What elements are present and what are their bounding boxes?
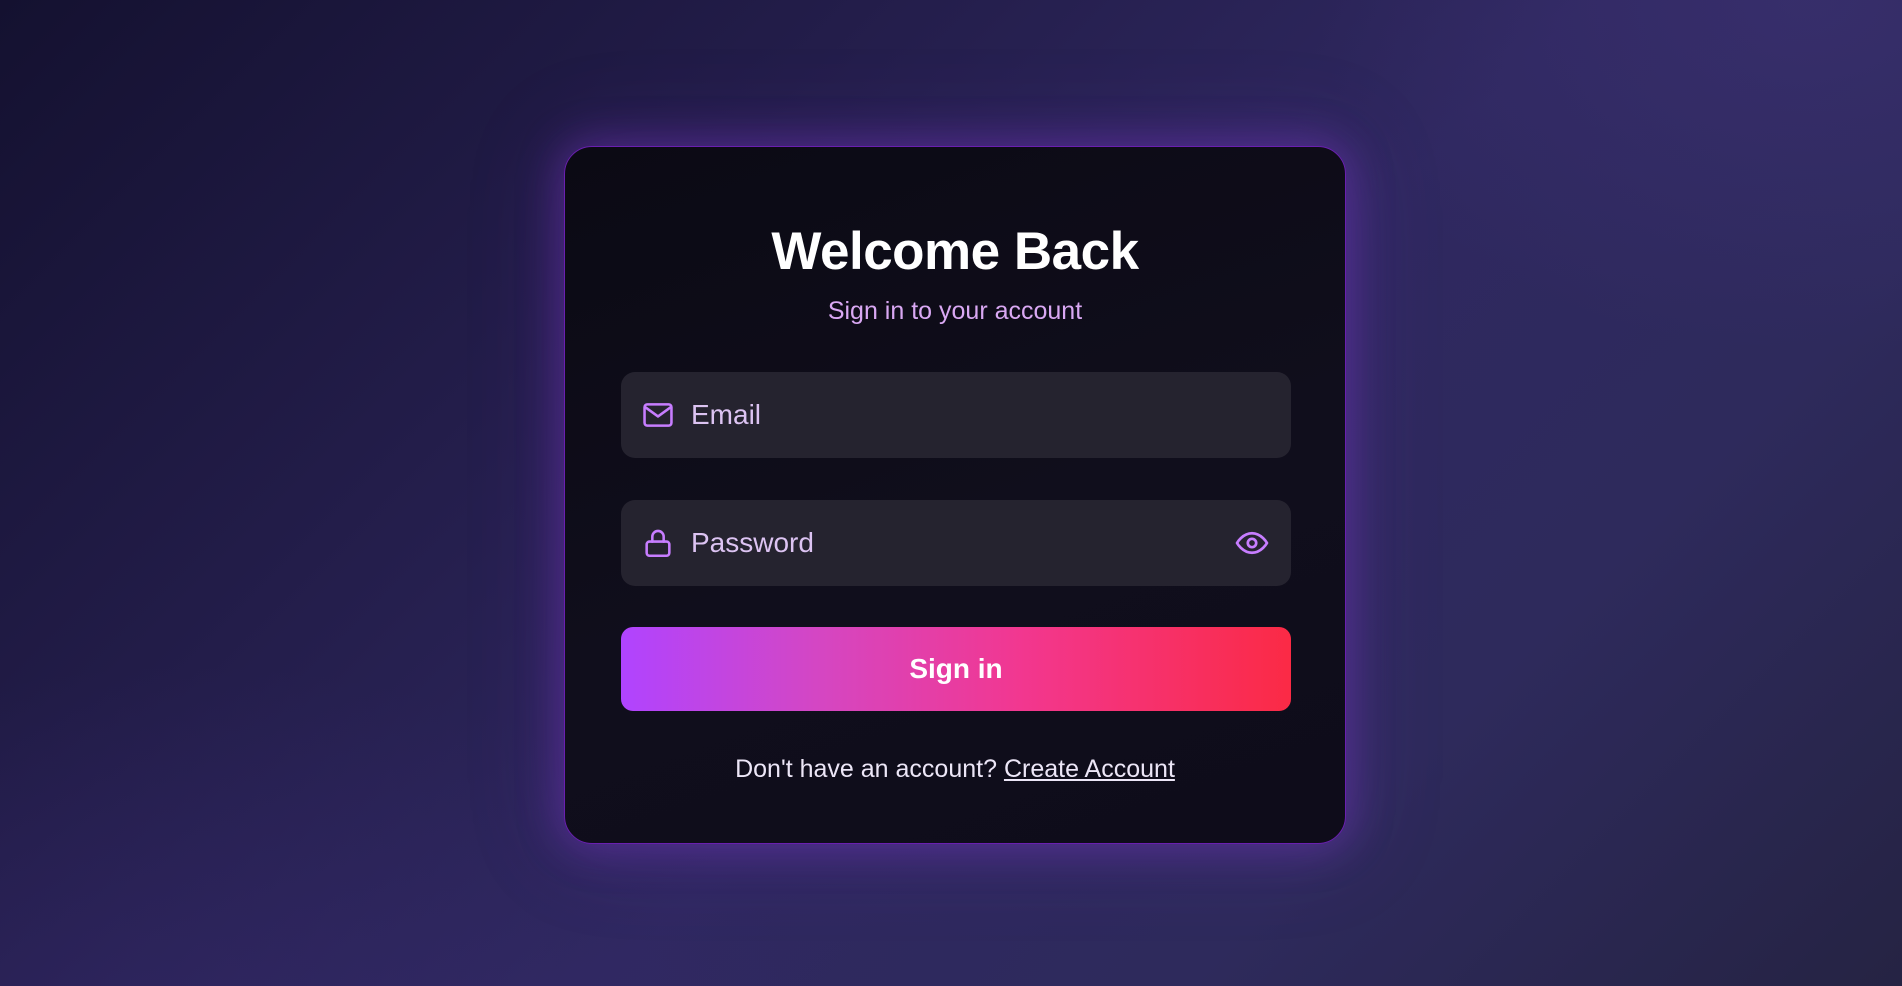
page-subtitle: Sign in to your account bbox=[827, 297, 1083, 325]
password-input[interactable] bbox=[691, 500, 1211, 586]
page-title: Welcome Back bbox=[771, 222, 1139, 281]
signup-prompt-text: Don't have an account? bbox=[735, 755, 997, 783]
lock-icon bbox=[641, 526, 675, 560]
eye-icon[interactable] bbox=[1233, 526, 1271, 560]
create-account-link[interactable]: Create Account bbox=[1004, 755, 1175, 783]
login-card: Welcome Back Sign in to your account Sig… bbox=[564, 146, 1346, 844]
sign-in-button[interactable]: Sign in bbox=[621, 627, 1291, 711]
mail-icon bbox=[641, 398, 675, 432]
signup-prompt: Don't have an account? Create Account bbox=[565, 755, 1345, 784]
password-field-wrapper bbox=[621, 500, 1291, 586]
email-input[interactable] bbox=[691, 372, 1211, 458]
email-field-wrapper bbox=[621, 372, 1291, 458]
